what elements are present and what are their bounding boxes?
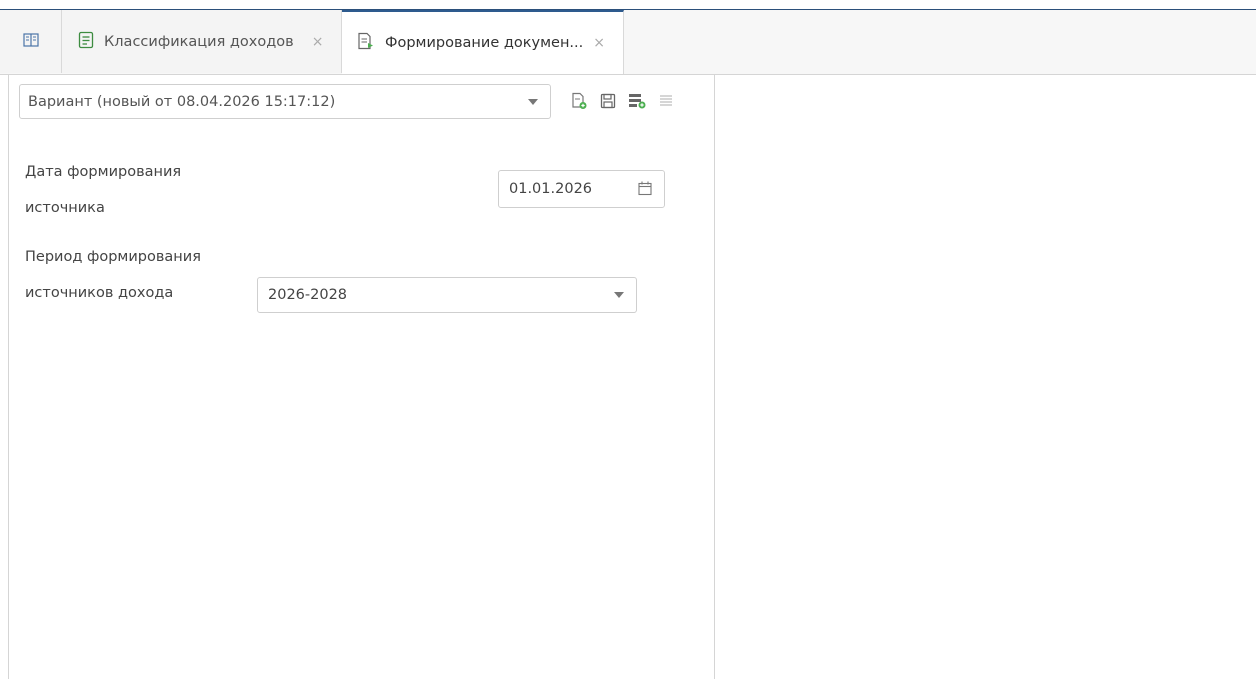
variant-select[interactable]: Вариант (новый от 08.04.2026 15:17:12): [19, 84, 551, 119]
tab-home[interactable]: [0, 10, 62, 73]
new-variant-icon: [571, 92, 587, 114]
document-arrow-icon: [357, 32, 375, 54]
date-label: Дата формирования источника: [25, 164, 182, 216]
period-value: 2026-2028: [268, 287, 348, 303]
chevron-down-icon: [614, 292, 624, 298]
tab-label: Формирование докумен...: [385, 35, 584, 51]
chevron-down-icon: [528, 99, 538, 105]
date-value: 01.01.2026: [509, 181, 593, 197]
tab-income-classification[interactable]: Классификация доходов ×: [62, 10, 342, 73]
list-icon: [658, 93, 674, 113]
close-icon[interactable]: ×: [593, 35, 605, 51]
date-field[interactable]: 01.01.2026: [498, 170, 665, 208]
settings-panel: Вариант (новый от 08.04.2026 15:17:12) Д…: [8, 75, 715, 679]
save-button[interactable]: [598, 92, 618, 114]
list-document-icon: [78, 31, 94, 53]
list-button[interactable]: [656, 92, 676, 114]
tab-bar: Классификация доходов × Формирование док…: [0, 10, 1256, 75]
period-select[interactable]: 2026-2028: [257, 277, 637, 313]
variant-toolbar: [569, 91, 676, 115]
variant-value: Вариант (новый от 08.04.2026 15:17:12): [28, 93, 336, 110]
book-icon: [22, 32, 39, 52]
calendar-icon[interactable]: [638, 181, 652, 200]
period-label: Период формирования источников дохода: [25, 249, 201, 301]
add-list-icon: [628, 93, 646, 113]
tab-label: Классификация доходов: [104, 33, 294, 50]
add-to-list-button[interactable]: [627, 92, 647, 114]
close-icon[interactable]: ×: [312, 34, 324, 50]
tab-document-forming[interactable]: Формирование докумен... ×: [342, 10, 624, 74]
new-variant-button[interactable]: [569, 92, 589, 114]
save-icon: [600, 93, 616, 113]
